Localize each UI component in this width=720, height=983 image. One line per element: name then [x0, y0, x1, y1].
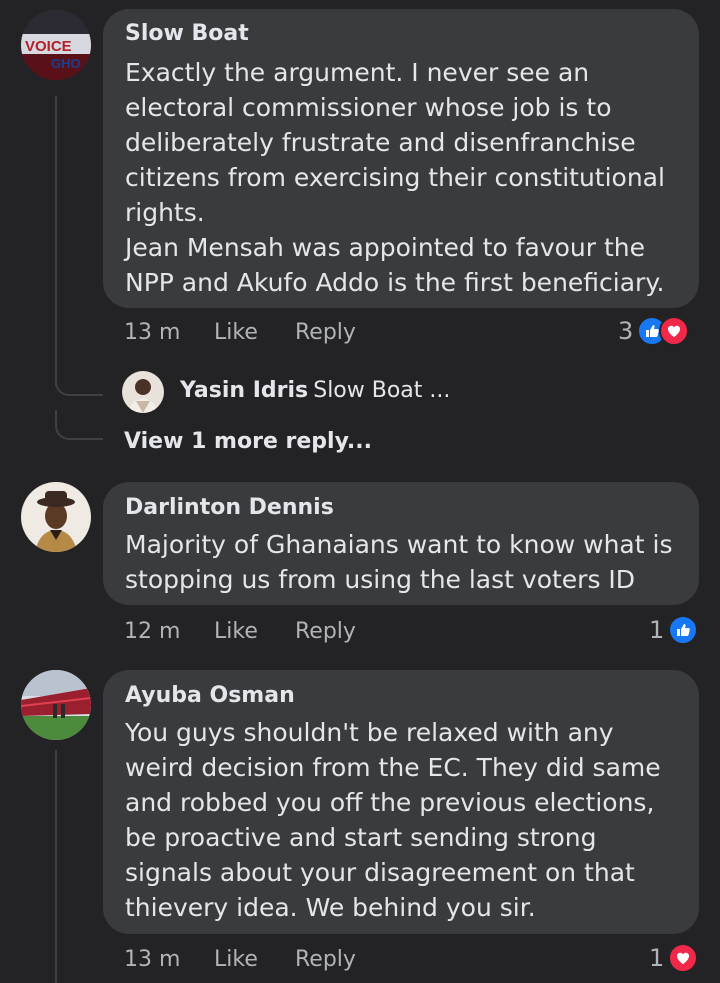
thread-line	[55, 96, 57, 386]
comment-line: Majority of Ghanaians want to know what …	[125, 530, 673, 559]
reply-button[interactable]: Reply	[295, 947, 356, 972]
comment-author[interactable]: Slow Boat	[125, 21, 249, 46]
thread-branch	[55, 372, 103, 396]
comment-timestamp[interactable]: 12 m	[124, 619, 180, 644]
like-button[interactable]: Like	[214, 619, 258, 644]
reaction-count: 3	[618, 317, 634, 345]
reply-preview[interactable]: Yasin Idris Slow Boat ...	[180, 378, 450, 403]
comment-line: Exactly the argument. I never see an	[125, 58, 590, 87]
voice-gh-logo-avatar: VOICE GHO	[21, 10, 91, 80]
reaction-count: 1	[649, 944, 665, 972]
view-more-replies-link[interactable]: View 1 more reply...	[124, 429, 372, 454]
like-button[interactable]: Like	[214, 947, 258, 972]
comment-line: citizens from exercising their constitut…	[125, 163, 665, 192]
comment-bubble: Slow Boat Exactly the argument. I never …	[103, 9, 699, 308]
reply-snippet: Slow Boat ...	[313, 378, 451, 403]
reaction-summary[interactable]: 1	[649, 615, 699, 645]
like-button[interactable]: Like	[214, 320, 258, 345]
comment-line: NPP and Akufo Addo is the first benefici…	[125, 268, 665, 297]
avatar[interactable]	[21, 670, 91, 740]
comment-text: Majority of Ghanaians want to know what …	[125, 527, 683, 597]
reaction-summary[interactable]: 1	[649, 943, 699, 973]
comment-author[interactable]: Darlinton Dennis	[125, 495, 334, 520]
thread-line	[55, 750, 57, 983]
comments-feed: VOICE GHO Slow Boat Exactly the argument…	[0, 0, 720, 983]
reply-button[interactable]: Reply	[295, 320, 356, 345]
comment-timestamp[interactable]: 13 m	[124, 947, 180, 972]
svg-text:VOICE: VOICE	[25, 38, 72, 55]
reply-author[interactable]: Yasin Idris	[180, 378, 308, 403]
comment-line: stopping us from using the last voters I…	[125, 565, 636, 594]
comment-line: signals about your disagreement on that	[125, 858, 635, 887]
comment-line: rights.	[125, 198, 205, 227]
comment-line: thievery idea. We behind you sir.	[125, 893, 536, 922]
reply-avatar[interactable]	[122, 371, 164, 413]
reaction-summary[interactable]: 3	[618, 316, 690, 346]
svg-text:GHO: GHO	[51, 56, 81, 71]
comment-line: and robbed you off the previous election…	[125, 788, 655, 817]
person-avatar	[122, 371, 164, 413]
reaction-count: 1	[649, 616, 665, 644]
avatar[interactable]: VOICE GHO	[21, 10, 91, 80]
thread-branch	[55, 410, 103, 440]
like-reaction-icon	[668, 615, 699, 645]
comment-line: You guys shouldn't be relaxed with any	[125, 718, 614, 747]
comment-bubble: Darlinton Dennis Majority of Ghanaians w…	[103, 482, 699, 605]
comment-line: electoral commissioner whose job is to	[125, 93, 612, 122]
comment-line: be proactive and start sending strong	[125, 823, 597, 852]
comment-line: deliberately frustrate and disenfranchis…	[125, 128, 636, 157]
stadium-avatar	[21, 670, 91, 740]
comment-text: You guys shouldn't be relaxed with any w…	[125, 715, 683, 925]
man-with-hat-avatar	[21, 482, 91, 552]
comment-author[interactable]: Ayuba Osman	[125, 683, 295, 708]
comment-line: weird decision from the EC. They did sam…	[125, 753, 661, 782]
avatar[interactable]	[21, 482, 91, 552]
reply-button[interactable]: Reply	[295, 619, 356, 644]
comment-line: Jean Mensah was appointed to favour the	[125, 233, 646, 262]
comment-text: Exactly the argument. I never see an ele…	[125, 55, 683, 300]
love-reaction-icon	[668, 943, 699, 973]
love-reaction-icon	[659, 316, 690, 346]
comment-bubble: Ayuba Osman You guys shouldn't be relaxe…	[103, 670, 699, 934]
comment-timestamp[interactable]: 13 m	[124, 320, 180, 345]
